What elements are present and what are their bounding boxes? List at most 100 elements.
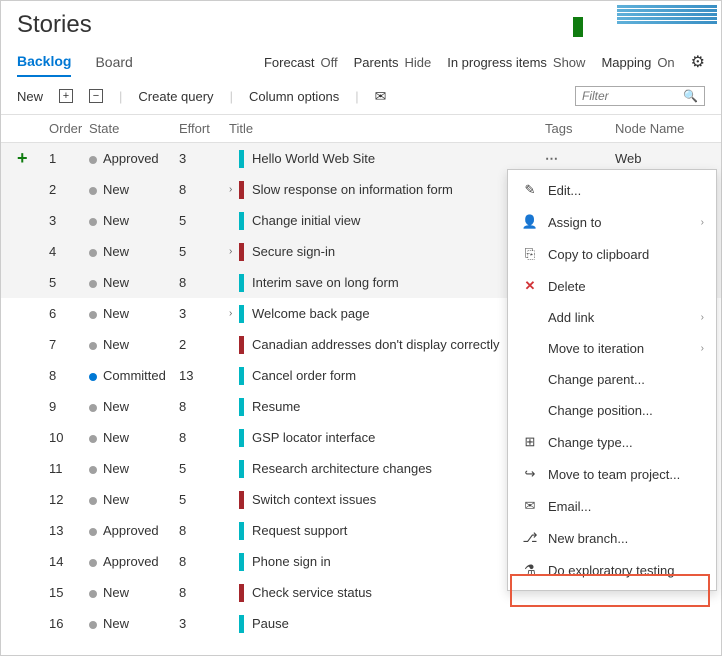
title-text: GSP locator interface [252, 430, 375, 445]
state-dot-icon [89, 497, 97, 505]
title-cell[interactable]: Cancel order form [229, 367, 545, 385]
menu-delete[interactable]: ✕Delete [508, 270, 716, 302]
order-cell: 4 [49, 244, 89, 259]
order-cell: 10 [49, 430, 89, 445]
mapping-toggle[interactable]: On [657, 55, 674, 70]
title-text: Switch context issues [252, 492, 376, 507]
effort-cell: 3 [179, 306, 229, 321]
title-cell[interactable]: Resume [229, 398, 545, 416]
state-cell: New [89, 461, 179, 476]
menu-move-iteration[interactable]: Move to iteration› [508, 333, 716, 364]
menu-move-project[interactable]: ↪Move to team project... [508, 458, 716, 490]
title-cell[interactable]: Switch context issues [229, 491, 545, 509]
state-dot-icon [89, 435, 97, 443]
menu-change-type[interactable]: ⊞Change type... [508, 426, 716, 458]
col-order[interactable]: Order [49, 121, 89, 136]
table-row[interactable]: 16New3Pause [1, 608, 721, 639]
row-actions-icon[interactable]: ⋯ [545, 151, 559, 166]
menu-exploratory[interactable]: ⚗Do exploratory testing [508, 554, 716, 586]
flask-icon: ⚗ [520, 562, 540, 578]
state-cell: New [89, 492, 179, 507]
title-cell[interactable]: › Slow response on information form [229, 181, 545, 199]
menu-copy[interactable]: ⎘Copy to clipboard [508, 238, 716, 270]
mail-icon[interactable]: ✉ [375, 88, 387, 105]
menu-assign[interactable]: 👤Assign to› [508, 206, 716, 238]
title-cell[interactable]: › Secure sign-in [229, 243, 545, 261]
progress-toggle[interactable]: Show [553, 55, 586, 70]
col-title[interactable]: Title [229, 121, 545, 136]
title-text: Phone sign in [252, 554, 331, 569]
add-icon[interactable]: + [59, 89, 73, 103]
add-child-icon[interactable]: + [17, 148, 49, 169]
copy-icon: ⎘ [520, 246, 540, 262]
title-text: Secure sign-in [252, 244, 335, 259]
effort-cell: 5 [179, 461, 229, 476]
separator: | [230, 89, 233, 104]
effort-cell: 5 [179, 244, 229, 259]
menu-change-position[interactable]: Change position... [508, 395, 716, 426]
state-dot-icon [89, 621, 97, 629]
title-cell[interactable]: Research architecture changes [229, 460, 545, 478]
menu-new-branch[interactable]: ⎇New branch... [508, 522, 716, 554]
forecast-toggle[interactable]: Off [321, 55, 338, 70]
parents-toggle[interactable]: Hide [404, 55, 431, 70]
create-query-button[interactable]: Create query [138, 89, 213, 104]
col-tags[interactable]: Tags [545, 121, 615, 136]
title-cell[interactable]: Check service status [229, 584, 545, 602]
separator: | [119, 89, 122, 104]
mail-icon: ✉ [520, 498, 540, 514]
title-cell[interactable]: Canadian addresses don't display correct… [229, 336, 545, 354]
chevron-right-icon: › [701, 343, 704, 354]
search-icon[interactable]: 🔍 [683, 89, 698, 103]
type-bar-icon [239, 460, 244, 478]
chevron-icon[interactable]: › [229, 184, 239, 195]
title-cell[interactable]: GSP locator interface [229, 429, 545, 447]
node-cell: Web [615, 151, 705, 166]
column-options-button[interactable]: Column options [249, 89, 339, 104]
menu-add-link[interactable]: Add link› [508, 302, 716, 333]
type-bar-icon [239, 367, 244, 385]
menu-edit[interactable]: ✎Edit... [508, 174, 716, 206]
col-effort[interactable]: Effort [179, 121, 229, 136]
tab-board[interactable]: Board [95, 48, 132, 76]
velocity-chart-icon [571, 17, 671, 37]
title-cell[interactable]: Interim save on long form [229, 274, 545, 292]
title-cell[interactable]: Request support [229, 522, 545, 540]
filter-input[interactable] [582, 89, 683, 103]
title-cell[interactable]: Pause [229, 615, 545, 633]
col-state[interactable]: State [89, 121, 179, 136]
order-cell: 1 [49, 151, 89, 166]
state-cell: Approved [89, 151, 179, 166]
type-bar-icon [239, 274, 244, 292]
filter-box[interactable]: 🔍 [575, 86, 705, 106]
title-cell[interactable]: ›Welcome back page [229, 305, 545, 323]
gear-icon[interactable]: ⚙ [691, 52, 705, 72]
title-cell[interactable]: Hello World Web Site [229, 150, 545, 168]
state-dot-icon [89, 373, 97, 381]
order-cell: 8 [49, 368, 89, 383]
remove-icon[interactable]: − [89, 89, 103, 103]
title-text: Check service status [252, 585, 372, 600]
effort-cell: 5 [179, 492, 229, 507]
chevron-icon[interactable]: › [229, 308, 239, 319]
new-button[interactable]: New [17, 89, 43, 104]
type-bar-icon [239, 522, 244, 540]
order-cell: 14 [49, 554, 89, 569]
order-cell: 3 [49, 213, 89, 228]
menu-change-parent[interactable]: Change parent... [508, 364, 716, 395]
title-text: Research architecture changes [252, 461, 432, 476]
chevron-icon[interactable]: › [229, 246, 239, 257]
type-bar-icon [239, 150, 244, 168]
table-header: Order State Effort Title Tags Node Name [1, 115, 721, 143]
type-bar-icon [239, 398, 244, 416]
col-node[interactable]: Node Name [615, 121, 705, 136]
tab-backlog[interactable]: Backlog [17, 47, 71, 77]
title-cell[interactable]: Change initial view [229, 212, 545, 230]
title-cell[interactable]: Phone sign in [229, 553, 545, 571]
title-text: Slow response on information form [252, 182, 453, 197]
state-cell: New [89, 585, 179, 600]
menu-email[interactable]: ✉Email... [508, 490, 716, 522]
state-dot-icon [89, 280, 97, 288]
type-bar-icon [239, 336, 244, 354]
title-text: Request support [252, 523, 347, 538]
